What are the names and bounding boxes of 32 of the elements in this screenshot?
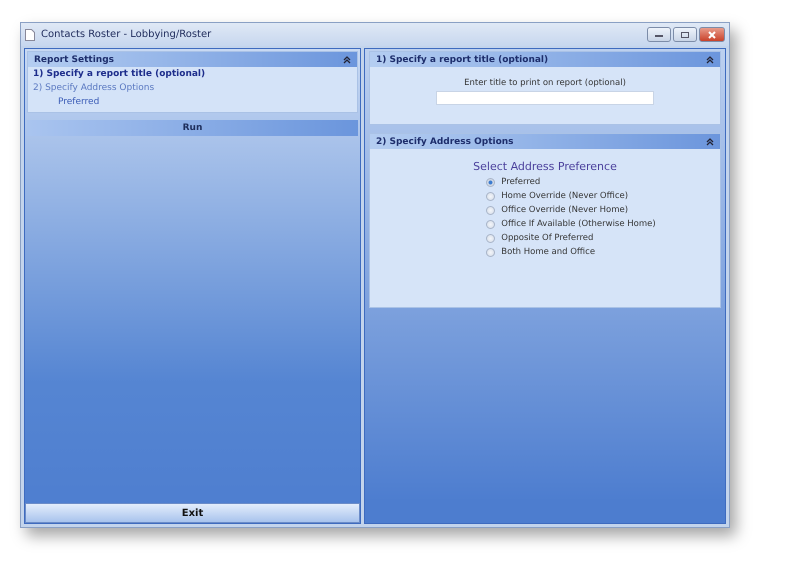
option-value: Preferred	[57, 96, 100, 109]
radio-button[interactable]	[486, 206, 496, 214]
group-heading: Select Address Preference	[473, 160, 617, 173]
radio-label[interactable]: Opposite Of Preferred	[501, 233, 594, 243]
radio-button[interactable]	[486, 248, 496, 256]
section-header[interactable]: 1) Specify a report title (optional)	[370, 52, 720, 67]
radio-button[interactable]	[486, 234, 496, 242]
close-button[interactable]	[699, 27, 725, 42]
field-label: Enter title to print on report (optional)	[464, 78, 626, 88]
window-title: Contacts Roster - Lobbying/Roster	[41, 29, 212, 40]
radio-button[interactable]	[486, 192, 496, 200]
collapse-icon[interactable]	[706, 138, 714, 146]
radio-label[interactable]: Office If Available (Otherwise Home)	[501, 219, 656, 229]
radio-label[interactable]: Preferred	[501, 177, 540, 187]
maximize-button[interactable]	[673, 27, 697, 42]
run-button[interactable]: Run	[27, 120, 358, 136]
exit-button[interactable]: Exit	[25, 503, 360, 523]
section-header[interactable]: 2) Specify Address Options	[370, 134, 720, 149]
radio-label[interactable]: Both Home and Office	[501, 247, 596, 257]
radio-button[interactable]	[486, 178, 496, 186]
radio-label[interactable]: Home Override (Never Office)	[501, 191, 628, 201]
maximize-icon	[680, 30, 690, 38]
title-input[interactable]	[436, 91, 654, 105]
collapse-icon[interactable]	[343, 56, 351, 64]
document-icon	[25, 28, 35, 40]
close-icon	[707, 30, 717, 38]
radio-button[interactable]	[486, 220, 496, 228]
collapse-icon[interactable]	[706, 56, 714, 64]
section-header[interactable]: Report Settings	[28, 52, 357, 67]
radio-label[interactable]: Office Override (Never Home)	[501, 205, 628, 215]
minimize-button[interactable]	[647, 27, 671, 42]
nav-item[interactable]: 1) Specify a report title (optional)	[28, 67, 357, 81]
